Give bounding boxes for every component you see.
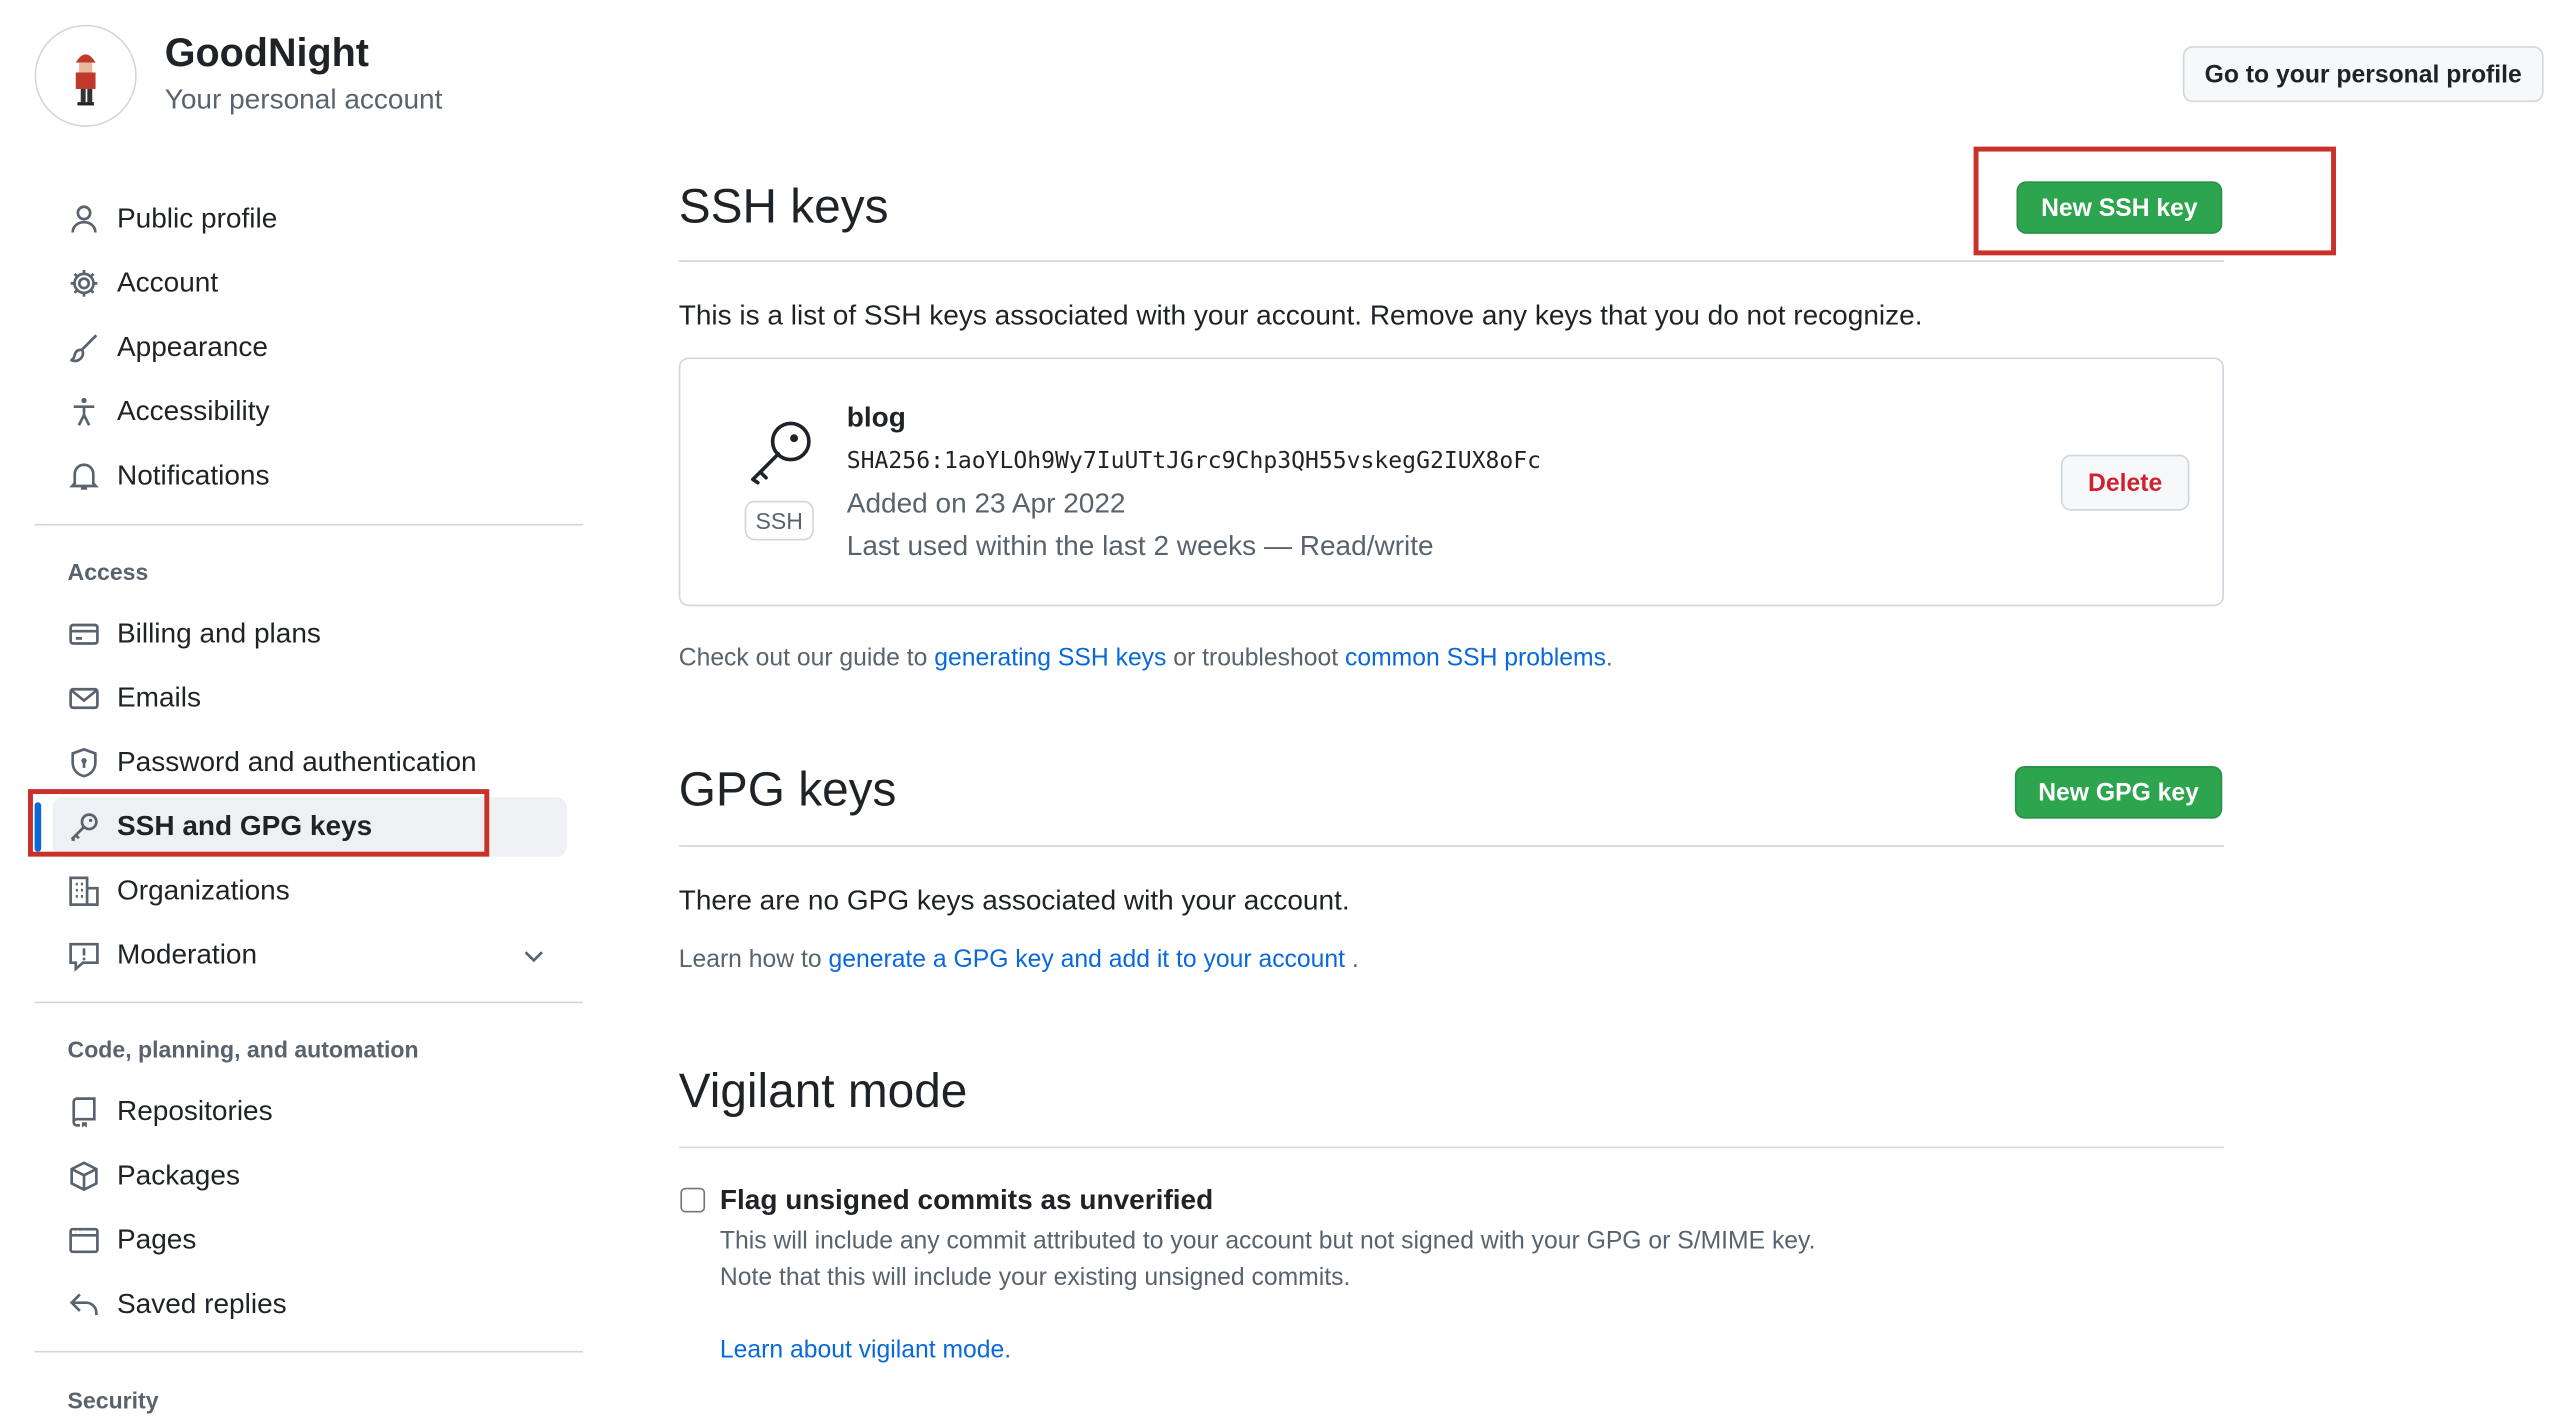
sidebar-item-public-profile[interactable]: Public profile (53, 189, 567, 248)
ssh-key-added: Added on 23 Apr 2022 (846, 487, 1126, 519)
sidebar-item-label: Organizations (116, 874, 290, 907)
accessibility-icon (66, 394, 102, 430)
sidebar-item-saved-replies[interactable]: Saved replies (53, 1275, 567, 1334)
sidebar-item-label: Repositories (116, 1095, 273, 1127)
gpg-empty-text: There are no GPG keys associated with yo… (678, 884, 1350, 916)
sidebar-item-password-authentication[interactable]: Password and authentication (53, 733, 567, 792)
repo-icon (66, 1094, 102, 1130)
ssh-key-fingerprint: SHA256:1aoYLOh9Wy7IuUTtJGrc9Chp3QH55vske… (846, 448, 1542, 475)
ssh-badge: SSH (744, 500, 814, 541)
sidebar-item-label: Public profile (116, 202, 278, 234)
ssh-key-last-used: Last used within the last 2 weeks — Read… (846, 530, 1434, 562)
vigilant-mode-title: Vigilant mode (678, 1065, 968, 1119)
sidebar-item-packages[interactable]: Packages (53, 1147, 567, 1206)
sidebar-item-moderation[interactable]: Moderation (53, 926, 567, 985)
key-icon (66, 809, 102, 845)
gear-icon (66, 265, 102, 301)
account-name: GoodNight (164, 31, 369, 76)
gpg-keys-title: GPG keys (678, 764, 897, 818)
package-icon (66, 1158, 102, 1194)
learn-prefix: Learn how to (678, 945, 829, 974)
report-icon (66, 937, 102, 973)
ssh-key-card (678, 357, 2224, 607)
sidebar-item-emails[interactable]: Emails (53, 669, 567, 728)
sidebar-item-appearance[interactable]: Appearance (53, 318, 567, 377)
flag-unsigned-checkbox[interactable] (680, 1187, 706, 1213)
guide-middle: or troubleshoot (1166, 644, 1345, 673)
account-subtitle: Your personal account (164, 84, 443, 116)
paintbrush-icon (66, 329, 102, 365)
avatar-image (36, 26, 136, 126)
sidebar-item-label: Account (116, 266, 219, 299)
ssh-guide-text: Check out our guide to generating SSH ke… (679, 644, 1613, 672)
active-indicator (34, 802, 42, 852)
sidebar-item-label: Appearance (116, 331, 269, 363)
sidebar-item-label: Accessibility (116, 395, 270, 427)
avatar[interactable] (34, 24, 137, 127)
sidebar-item-accessibility[interactable]: Accessibility (53, 382, 567, 441)
reply-icon (66, 1287, 102, 1323)
section-divider (678, 1146, 2224, 1149)
sidebar-heading-security: Security (67, 1387, 159, 1414)
sidebar-divider (34, 1001, 584, 1004)
shield-lock-icon (66, 745, 102, 781)
flag-unsigned-label[interactable]: Flag unsigned commits as unverified (720, 1184, 1213, 1217)
sidebar-item-billing[interactable]: Billing and plans (53, 605, 567, 664)
delete-ssh-key-button[interactable]: Delete (2060, 454, 2190, 511)
generating-ssh-keys-link[interactable]: generating SSH keys (934, 644, 1166, 672)
sidebar-item-label: Notifications (116, 459, 270, 491)
generate-gpg-key-link[interactable]: generate a GPG key and add it to your ac… (828, 946, 1345, 974)
bell-icon (66, 458, 102, 494)
new-ssh-key-button[interactable]: New SSH key (2016, 181, 2223, 234)
ssh-keys-title: SSH keys (678, 181, 889, 234)
sidebar-item-ssh-gpg-keys[interactable]: SSH and GPG keys (52, 797, 567, 857)
ssh-description: This is a list of SSH keys associated wi… (678, 299, 1923, 332)
sidebar-item-label: Saved replies (116, 1288, 287, 1320)
sidebar-item-repositories[interactable]: Repositories (53, 1082, 567, 1141)
sidebar-item-label: Emails (116, 682, 202, 714)
organization-icon (66, 873, 102, 909)
go-to-profile-button[interactable]: Go to your personal profile (2182, 46, 2544, 103)
key-icon (751, 421, 811, 485)
new-gpg-key-button[interactable]: New GPG key (2014, 766, 2223, 819)
vigilant-desc-2: Note that this will include your existin… (719, 1263, 1351, 1292)
guide-prefix: Check out our guide to (678, 644, 935, 673)
common-ssh-problems-link[interactable]: common SSH problems (1345, 644, 1606, 672)
sidebar-item-label: Billing and plans (116, 617, 321, 650)
sidebar-item-account[interactable]: Account (53, 254, 567, 313)
sidebar-item-label: Password and authentication (116, 746, 477, 778)
browser-icon (66, 1222, 102, 1258)
gpg-learn-text: Learn how to generate a GPG key and add … (679, 946, 1359, 974)
learn-suffix: . (1344, 945, 1359, 974)
sidebar-item-label: Pages (116, 1224, 197, 1256)
mail-icon (66, 680, 102, 716)
person-icon (66, 201, 102, 237)
vigilant-desc-1: This will include any commit attributed … (719, 1227, 1816, 1256)
section-divider (678, 845, 2224, 847)
sidebar-item-label: SSH and GPG keys (116, 810, 373, 842)
section-divider (678, 260, 2224, 262)
sidebar-heading-code: Code, planning, and automation (67, 1036, 419, 1063)
sidebar-item-pages[interactable]: Pages (53, 1211, 567, 1270)
learn-vigilant-mode-link[interactable]: Learn about vigilant mode. (720, 1336, 1011, 1364)
sidebar-item-organizations[interactable]: Organizations (53, 862, 567, 921)
sidebar-item-label: Packages (116, 1159, 240, 1192)
sidebar-heading-access: Access (67, 558, 149, 585)
credit-card-icon (66, 616, 102, 652)
ssh-key-name: blog (846, 401, 906, 434)
sidebar-divider (34, 523, 584, 526)
sidebar-item-notifications[interactable]: Notifications (53, 446, 567, 505)
guide-suffix: . (1605, 644, 1613, 673)
sidebar-divider (34, 1350, 584, 1353)
chevron-down-icon[interactable] (521, 942, 547, 968)
sidebar-item-label: Moderation (116, 939, 258, 971)
